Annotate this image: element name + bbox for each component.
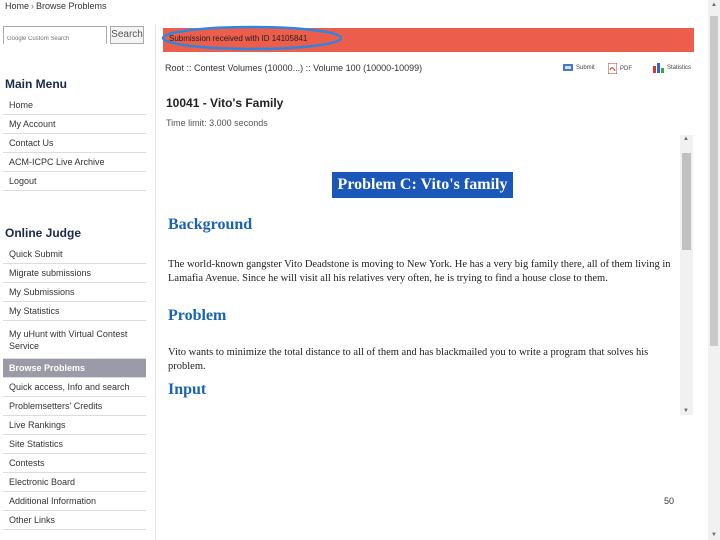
problem-heading: Problem C: Vito's family [332,172,513,198]
main-menu: Home My Account Contact Us ACM-ICPC Live Ar… [3,96,146,191]
online-judge-title: Online Judge [5,226,82,240]
main-menu-item[interactable]: My Account [3,115,146,134]
section-text-background: The world-known gangster Vito Deadstone … [168,259,671,284]
search-input[interactable] [4,31,106,47]
pdf-action[interactable]: PDF [608,63,632,74]
main-menu-item[interactable]: Logout [3,172,146,191]
online-judge-menu: Quick Submit Migrate submissions My Submis… [3,245,146,530]
online-judge-menu-item[interactable]: Migrate submissions [3,264,146,283]
online-judge-menu-item[interactable]: Quick access, Info and search [3,378,146,397]
scroll-up-icon[interactable]: ▲ [683,136,689,142]
page-scroll-thumb[interactable] [710,16,718,346]
section-heading-input: Input [168,381,207,398]
online-judge-menu-item[interactable]: Other Links [3,511,146,530]
breadcrumb-home-link[interactable]: Home [5,1,29,11]
page-scroll-up-icon[interactable]: ▲ [711,2,717,8]
search-button[interactable]: Search [110,26,144,44]
online-judge-menu-item[interactable]: Quick Submit [3,245,146,264]
submit-icon [563,64,573,71]
online-judge-menu-item[interactable]: Browse Problems [3,359,146,378]
online-judge-menu-item[interactable]: Electronic Board [3,473,146,492]
online-judge-menu-item[interactable]: Live Rankings [3,416,146,435]
online-judge-menu-item[interactable]: Contests [3,454,146,473]
breadcrumb: Home › Browse Problems [5,1,107,11]
online-judge-menu-item[interactable]: Additional Information [3,492,146,511]
page-scrollbar[interactable]: ▲ ▼ [708,0,720,540]
pdf-label: PDF [620,65,632,72]
breadcrumb-current: Browse Problems [36,1,107,11]
submit-action[interactable]: Submit [563,63,595,72]
volume-path[interactable]: Root :: Contest Volumes (10000...) :: Vo… [165,63,422,73]
main-menu-item[interactable]: Home [3,96,146,115]
breadcrumb-separator: › [31,1,35,11]
pdf-icon [608,63,617,74]
time-limit: Time limit: 3.000 seconds [166,118,268,128]
scroll-down-icon[interactable]: ▼ [683,408,689,414]
section-text-problem: Vito wants to minimize the total distanc… [168,347,649,372]
frame-scrollbar[interactable]: ▲ ▼ [680,135,693,415]
online-judge-menu-item[interactable]: My uHunt with Virtual Contest Service [3,321,146,359]
online-judge-menu-item[interactable]: Site Statistics [3,435,146,454]
search-field[interactable] [3,26,107,47]
section-heading-background: Background [168,216,253,233]
statistics-icon [653,63,664,73]
statistics-label: Statistics [667,65,692,71]
online-judge-menu-item[interactable]: My Statistics [3,302,146,321]
main-menu-item[interactable]: ACM-ICPC Live Archive [3,153,146,172]
highlight-ellipse [161,25,343,51]
problem-title: 10041 - Vito's Family [166,96,284,110]
statistics-action[interactable]: Statistics [653,63,691,73]
online-judge-menu-item[interactable]: My Submissions [3,283,146,302]
online-judge-menu-item[interactable]: Problemsetters' Credits [3,397,146,416]
submit-label: Submit [576,64,595,71]
sidebar-divider [155,25,156,540]
frame-scroll-thumb[interactable] [682,153,691,250]
page-scroll-down-icon[interactable]: ▼ [711,532,717,538]
section-heading-problem: Problem [168,307,227,324]
main-menu-title: Main Menu [5,77,67,91]
main-menu-item[interactable]: Contact Us [3,134,146,153]
page-number: 50 [664,496,675,506]
